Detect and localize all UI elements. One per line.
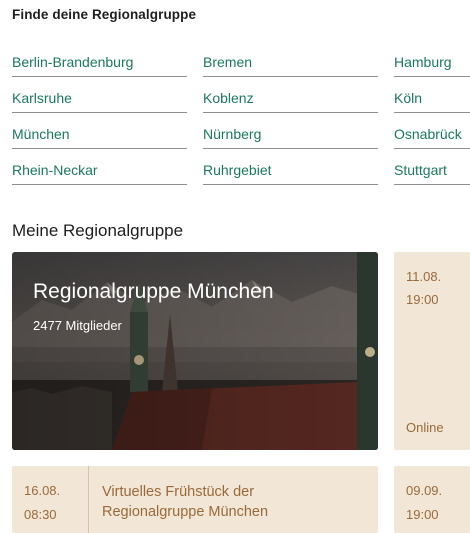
region-link-stuttgart[interactable]: Stuttgart [394, 149, 470, 185]
event-location: Online [406, 420, 444, 435]
event-divider [88, 466, 89, 533]
event-title: Virtuelles Frühstück der Regionalgruppe … [102, 484, 269, 520]
group-hero-card[interactable]: Regionalgruppe München 2477 Mitglieder [12, 252, 378, 450]
event-time: 08:30 [24, 507, 57, 522]
event-time: 19:00 [406, 507, 439, 522]
region-link-berlin-brandenburg[interactable]: Berlin-Brandenburg [12, 41, 187, 77]
region-link-muenchen[interactable]: München [12, 113, 187, 149]
region-link-hamburg[interactable]: Hamburg [394, 41, 470, 77]
region-link-koblenz[interactable]: Koblenz [203, 77, 378, 113]
region-link-nuernberg[interactable]: Nürnberg [203, 113, 378, 149]
event-date: 16.08. [24, 483, 61, 498]
region-link-koeln[interactable]: Köln [394, 77, 470, 113]
group-name: Regionalgruppe München [33, 280, 274, 303]
region-link-rhein-neckar[interactable]: Rhein-Neckar [12, 149, 187, 185]
region-link-ruhrgebiet[interactable]: Ruhrgebiet [203, 149, 378, 185]
event-card-3[interactable]: 09.09. 19:00 [394, 466, 470, 533]
region-finder-title: Finde deine Regionalgruppe [12, 7, 197, 22]
member-count: 2477 Mitglieder [33, 318, 122, 333]
event-card-1[interactable]: 11.08. 19:00 Online [394, 252, 470, 450]
region-link-osnabrueck[interactable]: Osnabrück [394, 113, 470, 149]
region-link-karlsruhe[interactable]: Karlsruhe [12, 77, 187, 113]
event-date: 09.09. [406, 483, 443, 498]
event-time: 19:00 [406, 292, 439, 307]
region-link-bremen[interactable]: Bremen [203, 41, 378, 77]
event-date: 11.08. [406, 269, 442, 284]
my-group-heading: Meine Regionalgruppe [12, 221, 184, 240]
event-card-2[interactable]: 16.08. 08:30 Virtuelles Frühstück der Re… [12, 466, 378, 533]
